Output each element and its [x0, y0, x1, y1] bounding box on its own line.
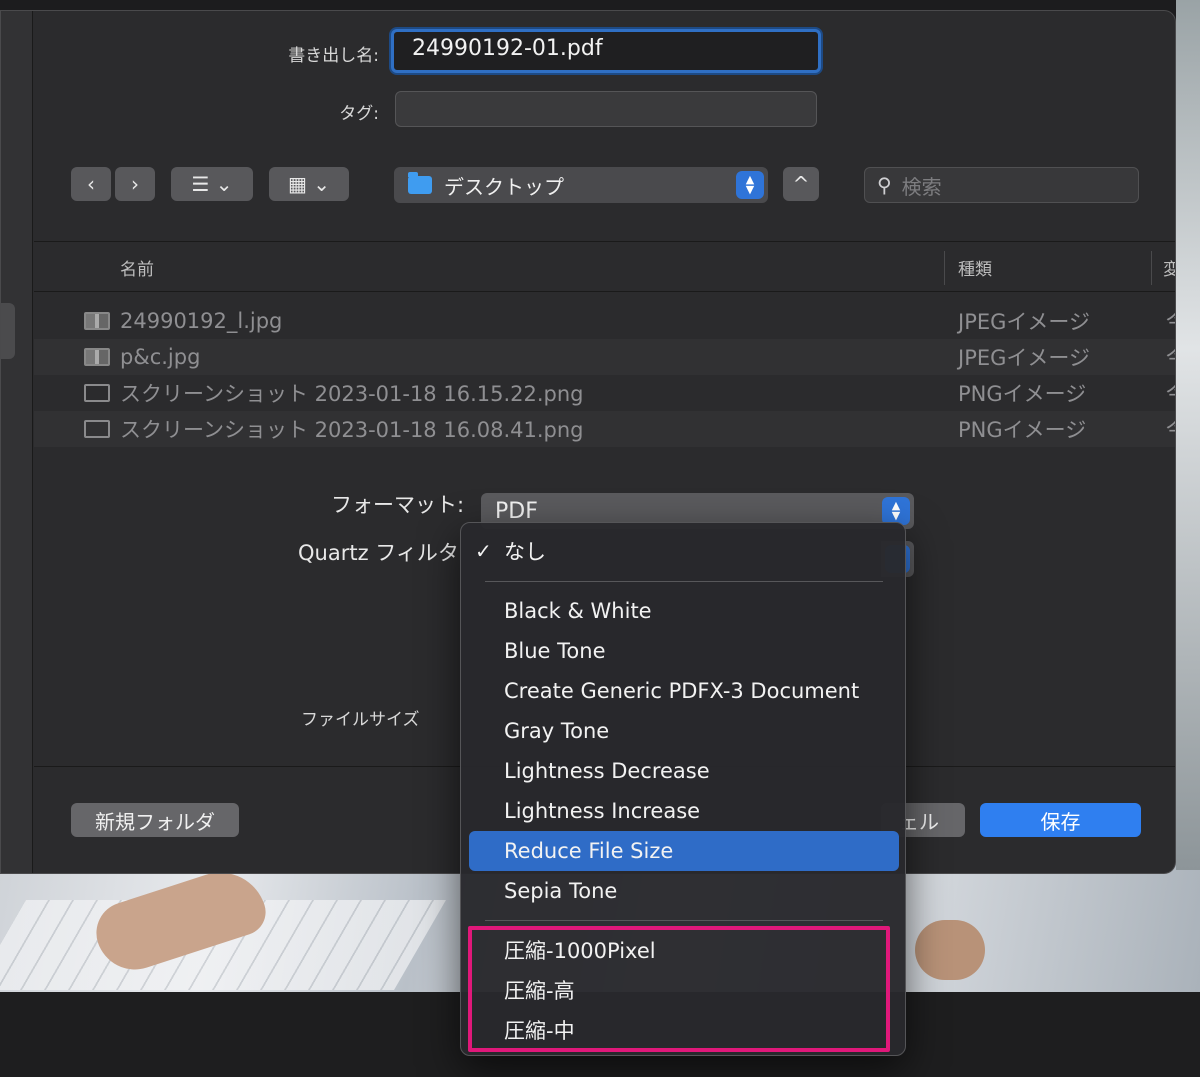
search-placeholder: 検索 — [901, 174, 942, 199]
file-row[interactable]: スクリーンショット 2023-01-18 16.08.41.png PNGイメー… — [34, 411, 1175, 447]
location-popup[interactable]: デスクトップ ▲ ▼ — [394, 167, 768, 203]
grid-icon: ▦ ⌄ — [287, 172, 330, 196]
hand-image-2 — [915, 920, 985, 980]
menu-item-label: なし — [504, 540, 546, 564]
menu-item[interactable]: Black & White — [469, 591, 899, 631]
location-label: デスクトップ — [444, 174, 564, 199]
filesize-label: ファイルサイズ — [301, 710, 420, 730]
save-button[interactable]: 保存 — [980, 803, 1141, 837]
file-name: 24990192_l.jpg — [120, 309, 283, 333]
sidebar — [1, 11, 33, 873]
menu-separator — [485, 581, 883, 582]
menu-item[interactable]: Sepia Tone — [469, 871, 899, 911]
column-header-kind[interactable]: 種類 — [958, 255, 992, 280]
menu-item-selected[interactable]: Reduce File Size — [469, 831, 899, 871]
file-row[interactable]: スクリーンショット 2023-01-18 16.15.22.png PNGイメー… — [34, 375, 1175, 411]
file-kind: JPEGイメージ — [958, 346, 1090, 370]
tags-label: タグ: — [339, 104, 379, 124]
forward-button[interactable]: › — [115, 167, 155, 201]
menu-item[interactable]: Lightness Increase — [469, 791, 899, 831]
menu-item[interactable]: Create Generic PDFX-3 Document — [469, 671, 899, 711]
background-edge — [1176, 0, 1200, 870]
file-name: スクリーンショット 2023-01-18 16.15.22.png — [120, 382, 584, 406]
menu-item[interactable]: Gray Tone — [469, 711, 899, 751]
column-header-name[interactable]: 名前 — [120, 255, 154, 280]
divider — [34, 241, 1175, 242]
checkmark-icon: ✓ — [475, 539, 492, 563]
save-as-value: 24990192-01.pdf — [412, 36, 603, 61]
column-separator — [944, 251, 945, 285]
updown-arrows-icon: ▲ ▼ — [736, 171, 764, 199]
screenshot-file-icon — [84, 384, 110, 402]
format-label: フォーマット: — [331, 493, 465, 517]
column-header-date[interactable]: 変 — [1163, 255, 1175, 280]
file-kind: PNGイメージ — [958, 382, 1087, 406]
menu-item-none[interactable]: ✓ なし — [469, 531, 899, 571]
file-name: p&c.jpg — [120, 345, 201, 369]
file-row[interactable]: p&c.jpg JPEGイメージ 今 — [34, 339, 1175, 375]
chevron-up-icon: ^ — [792, 172, 810, 196]
quartz-filter-label: Quartz フィルタ — [298, 541, 459, 565]
file-date: 今 — [1166, 378, 1175, 408]
menu-separator — [485, 920, 883, 921]
list-icon: ☰ ⌄ — [191, 172, 233, 196]
updown-arrows-icon: ▲ ▼ — [882, 497, 910, 525]
save-as-label: 書き出し名: — [288, 46, 379, 66]
sidebar-toggle[interactable] — [1, 303, 15, 359]
screenshot-file-icon — [84, 420, 110, 438]
file-kind: PNGイメージ — [958, 418, 1087, 442]
chevron-right-icon: › — [131, 172, 139, 196]
new-folder-button[interactable]: 新規フォルダ — [71, 803, 239, 837]
back-button[interactable]: ‹ — [71, 167, 111, 201]
search-field[interactable]: ⚲ 検索 — [864, 167, 1139, 203]
annotation-highlight-box — [468, 926, 890, 1052]
menu-item[interactable]: Lightness Decrease — [469, 751, 899, 791]
file-date: 今 — [1166, 306, 1175, 336]
divider — [34, 291, 1175, 292]
image-file-icon — [84, 348, 110, 366]
file-name: スクリーンショット 2023-01-18 16.08.41.png — [120, 418, 584, 442]
file-date: 今 — [1166, 342, 1175, 372]
save-as-field[interactable]: 24990192-01.pdf — [391, 29, 821, 73]
list-view-button[interactable]: ☰ ⌄ — [171, 167, 253, 201]
file-kind: JPEGイメージ — [958, 310, 1090, 334]
format-value: PDF — [495, 498, 538, 524]
collapse-button[interactable]: ^ — [783, 167, 819, 201]
icon-view-button[interactable]: ▦ ⌄ — [269, 167, 349, 201]
image-file-icon — [84, 312, 110, 330]
file-row[interactable]: 24990192_l.jpg JPEGイメージ 今 — [34, 303, 1175, 339]
folder-icon — [408, 172, 432, 194]
menu-item[interactable]: Blue Tone — [469, 631, 899, 671]
tags-field[interactable] — [395, 91, 817, 127]
column-separator — [1151, 251, 1152, 285]
file-date: 今 — [1166, 414, 1175, 444]
search-icon: ⚲ — [877, 173, 892, 197]
chevron-left-icon: ‹ — [87, 172, 95, 196]
